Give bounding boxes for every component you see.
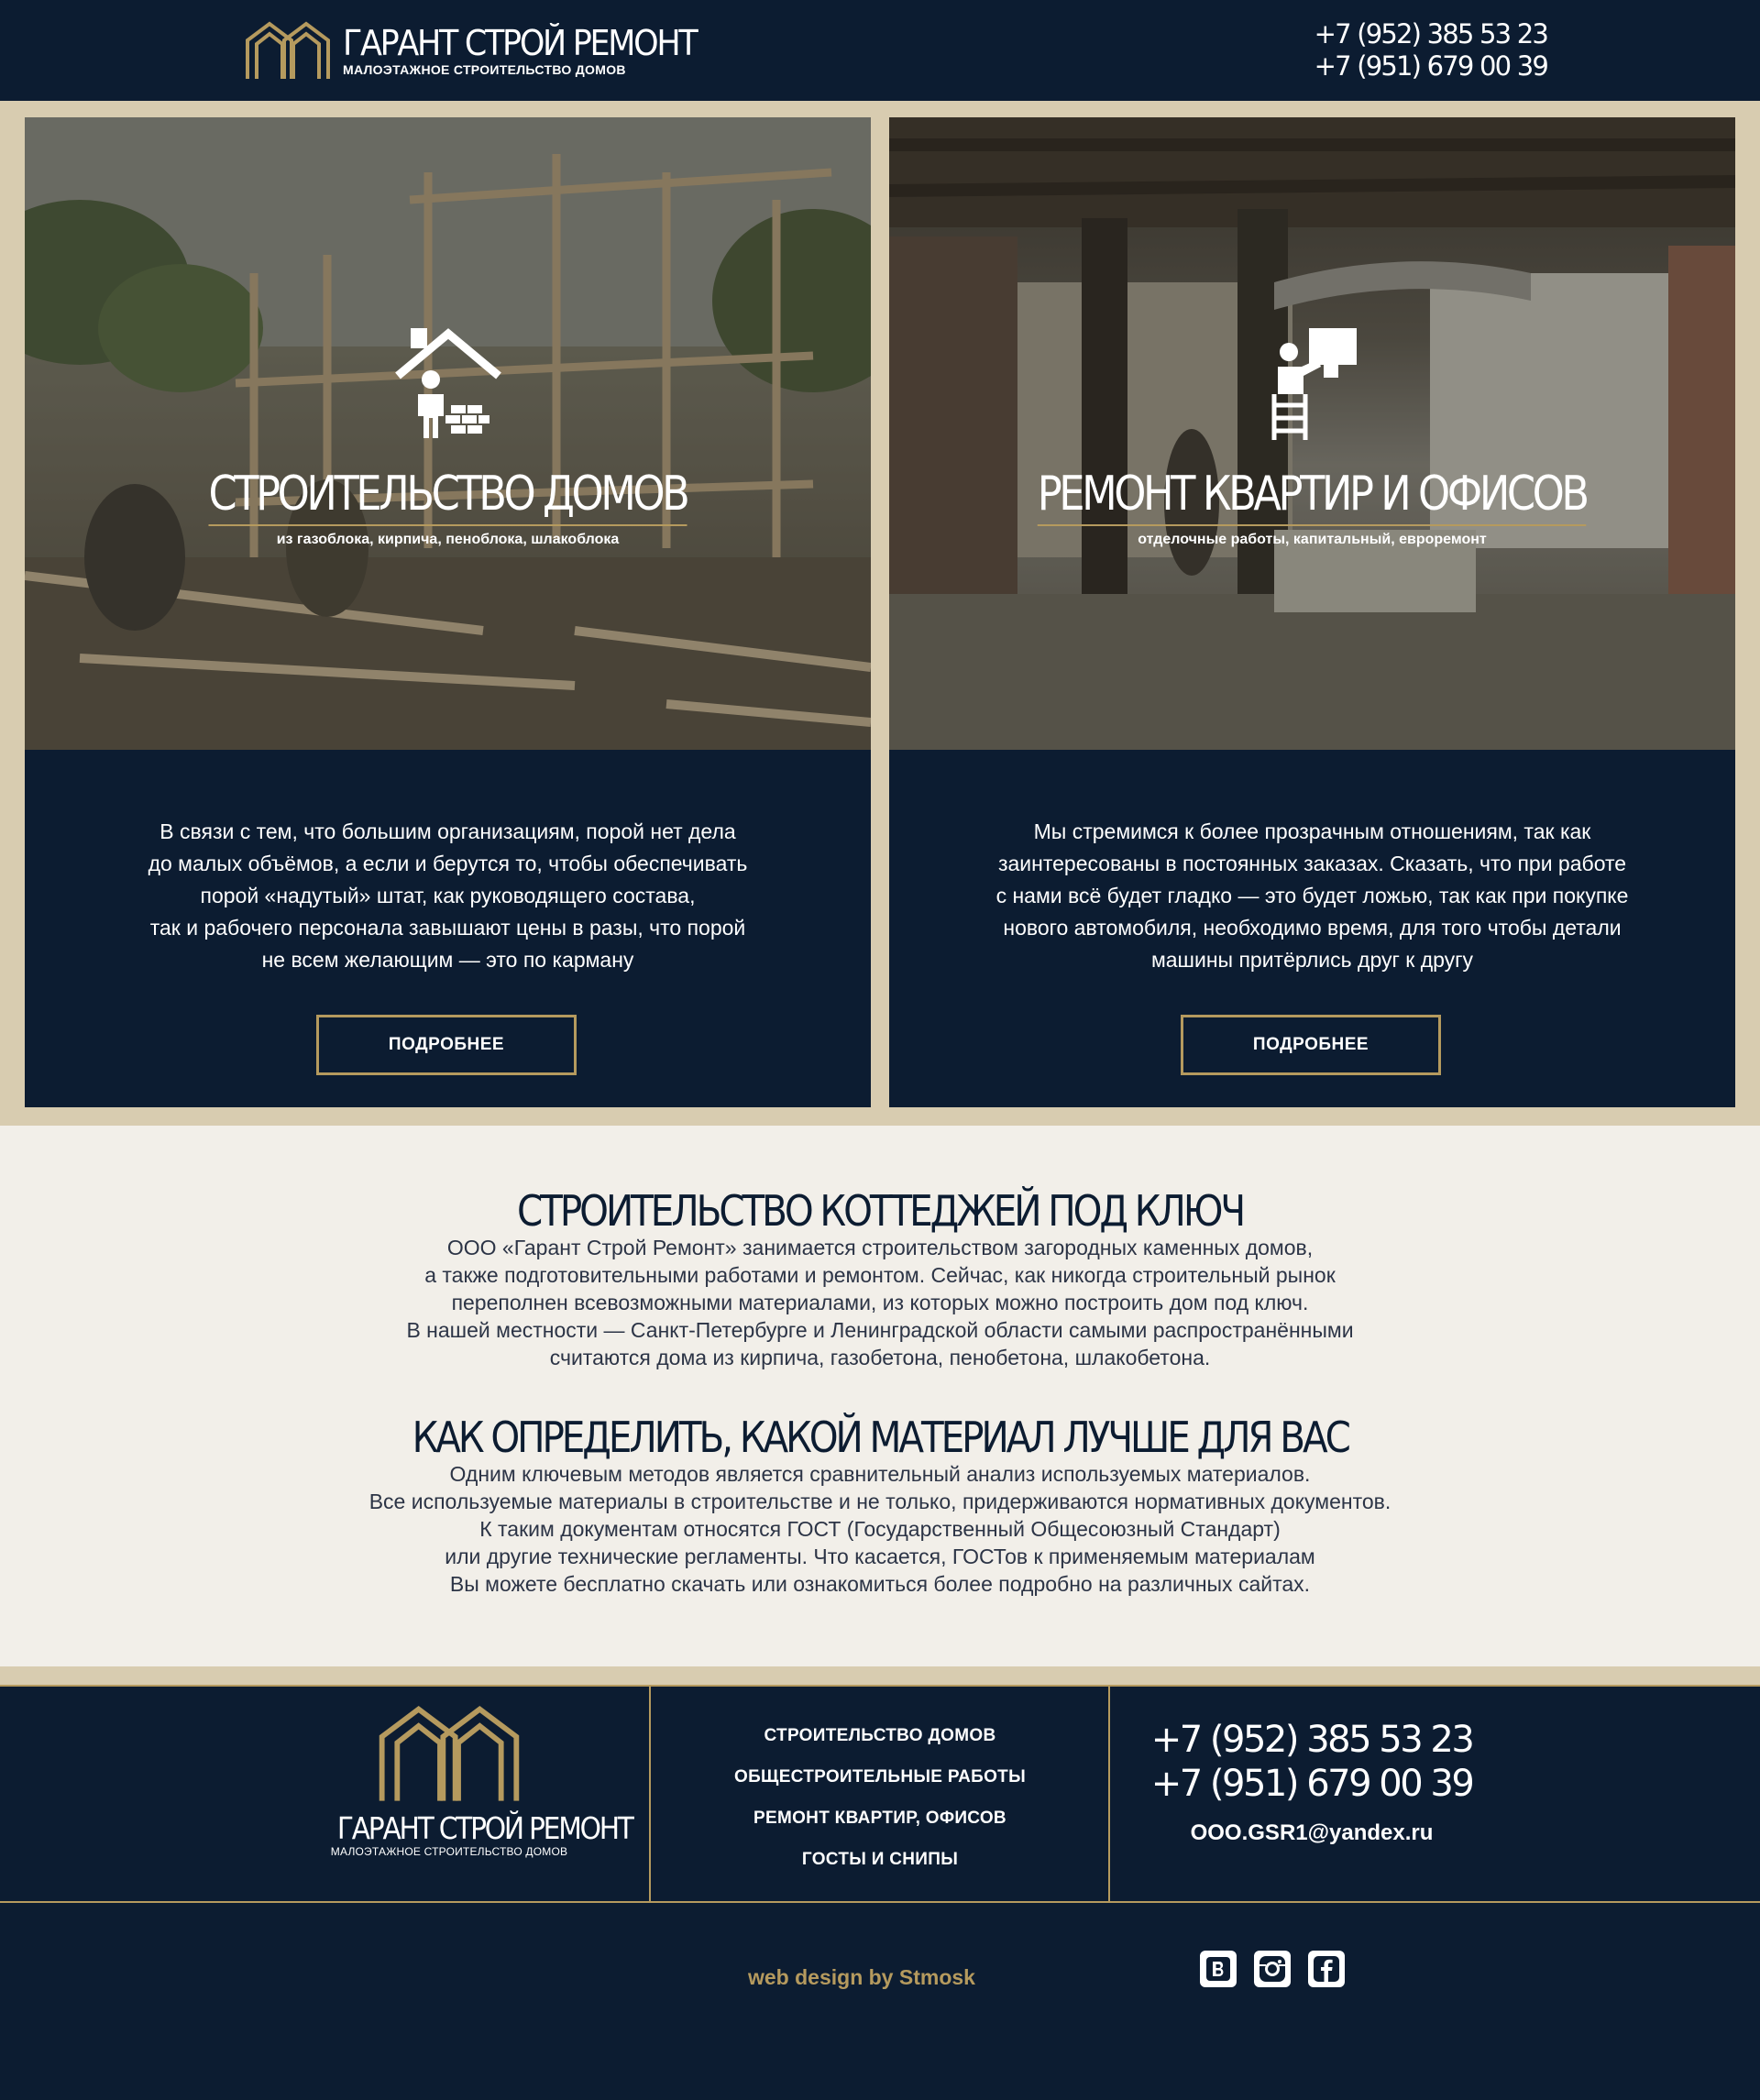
footer-email[interactable]: OOO.GSR1@yandex.ru [1111,1820,1512,1846]
header-logo[interactable]: ГАРАНТ СТРОЙ РЕМОНТ МАЛОЭТАЖНОЕ СТРОИТЕЛ… [244,20,727,81]
info-section: СТРОИТЕЛЬСТВО КОТТЕДЖЕЙ ПОД КЛЮЧ ООО «Га… [0,1126,1760,1666]
section-heading: СТРОИТЕЛЬСТВО КОТТЕДЖЕЙ ПОД КЛЮЧ [517,1186,1246,1236]
footer-phone-1[interactable]: +7 (952) 385 53 23 [1111,1718,1512,1762]
card-renovation: РЕМОНТ КВАРТИР И ОФИСОВ отделочные работ… [889,117,1735,1107]
card-subtitle: из газоблока, кирпича, пеноблока, шлакоб… [276,532,620,547]
footer-contacts: +7 (952) 385 53 23 +7 (951) 679 00 39 OO… [1111,1718,1512,1846]
footer-link-general-works[interactable]: ОБЩЕСТРОИТЕЛЬНЫЕ РАБОТЫ [653,1756,1107,1798]
phone-link-1[interactable]: +7 (952) 385 53 23 [1314,18,1549,50]
material-block: КАК ОПРЕДЕЛИТЬ, КАКОЙ МАТЕРИАЛ ЛУЧШЕ ДЛЯ… [0,1414,1760,1598]
service-cards-section: СТРОИТЕЛЬСТВО ДОМОВ из газоблока, кирпич… [0,101,1760,1126]
painter-ladder-icon [1269,328,1357,445]
builder-house-icon [390,328,506,445]
vk-icon[interactable] [1200,1951,1237,1987]
card-title: СТРОИТЕЛЬСТВО ДОМОВ [25,464,871,526]
design-credit[interactable]: web design by Stmosk [748,1965,975,1990]
card-description: Мы стремимся к более прозрачным отношени… [996,819,1629,972]
card-title: РЕМОНТ КВАРТИР И ОФИСОВ [889,464,1735,526]
card-construction: СТРОИТЕЛЬСТВО ДОМОВ из газоблока, кирпич… [25,117,871,1107]
site-footer: ГАРАНТ СТРОЙ РЕМОНТ МАЛОЭТАЖНОЕ СТРОИТЕЛ… [0,1666,1760,2100]
header-phones: +7 (952) 385 53 23 +7 (951) 679 00 39 [1314,18,1549,82]
footer-gold-line [0,1685,1760,1687]
instagram-icon[interactable] [1254,1951,1291,1987]
footer-menu: СТРОИТЕЛЬСТВО ДОМОВ ОБЩЕСТРОИТЕЛЬНЫЕ РАБ… [653,1715,1107,1880]
footer-divider [0,1901,1760,1903]
footer-link-standards[interactable]: ГОСТЫ И СНИПЫ [653,1839,1107,1880]
footer-logo-subtitle: МАЛОЭТАЖНОЕ СТРОИТЕЛЬСТВО ДОМОВ [330,1845,568,1858]
section-text: Одним ключевым методов является сравните… [368,1462,1392,1596]
section-heading: КАК ОПРЕДЕЛИТЬ, КАКОЙ МАТЕРИАЛ ЛУЧШЕ ДЛЯ… [412,1413,1350,1462]
site-header: ГАРАНТ СТРОЙ РЕМОНТ МАЛОЭТАЖНОЕ СТРОИТЕЛ… [0,0,1760,101]
more-button-construction[interactable]: ПОДРОБНЕЕ [316,1015,577,1075]
phone-link-2[interactable]: +7 (951) 679 00 39 [1314,50,1549,82]
footer-link-construction[interactable]: СТРОИТЕЛЬСТВО ДОМОВ [653,1715,1107,1756]
card-subtitle: отделочные работы, капитальный, евроремо… [1138,532,1487,547]
house-logo-icon [379,1706,520,1801]
logo-subtitle: МАЛОЭТАЖНОЕ СТРОИТЕЛЬСТВО ДОМОВ [343,62,626,77]
footer-divider [1108,1687,1110,1901]
cottage-block: СТРОИТЕЛЬСТВО КОТТЕДЖЕЙ ПОД КЛЮЧ ООО «Га… [0,1188,1760,1371]
section-text: ООО «Гарант Строй Ремонт» занимается стр… [406,1236,1354,1369]
logo-title: ГАРАНТ СТРОЙ РЕМОНТ [343,23,698,63]
house-logo-icon [246,21,330,79]
footer-logo-title: ГАРАНТ СТРОЙ РЕМОНТ [336,1810,634,1846]
footer-divider [649,1687,651,1901]
footer-top-band [0,1666,1760,1685]
footer-logo[interactable]: ГАРАНТ СТРОЙ РЕМОНТ МАЛОЭТАЖНОЕ СТРОИТЕЛ… [321,1703,634,1858]
facebook-icon[interactable] [1308,1951,1345,1987]
footer-link-renovation[interactable]: РЕМОНТ КВАРТИР, ОФИСОВ [653,1798,1107,1839]
card-description: В связи с тем, что большим организациям,… [148,819,748,972]
more-button-renovation[interactable]: ПОДРОБНЕЕ [1181,1015,1441,1075]
footer-phone-2[interactable]: +7 (951) 679 00 39 [1111,1762,1512,1806]
